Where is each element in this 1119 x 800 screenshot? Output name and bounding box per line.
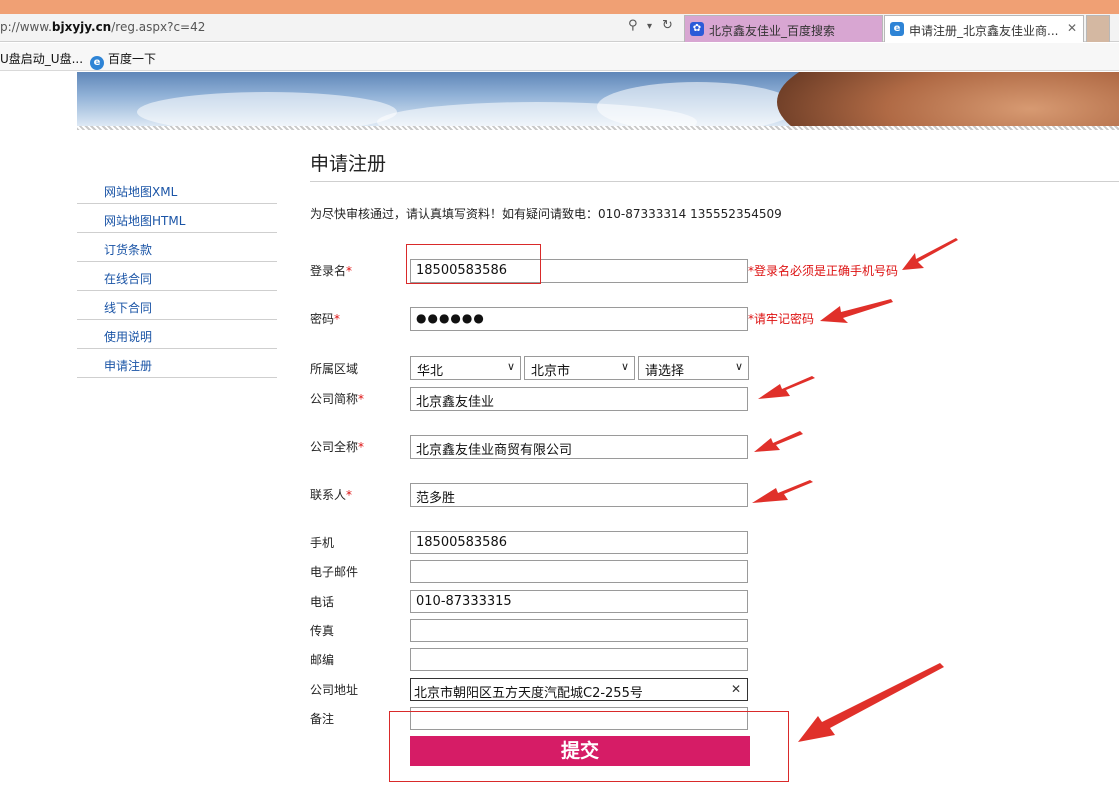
mobile-input[interactable]: 18500583586: [410, 531, 748, 554]
annotation-arrow-password: [820, 299, 893, 323]
favorite-baidu[interactable]: e 百度一下: [90, 50, 156, 70]
annotation-arrow-full-name: [754, 431, 803, 452]
password-label: 密码*: [310, 312, 341, 326]
annotation-arrow-submit: [798, 663, 944, 742]
page-title: 申请注册: [310, 153, 387, 175]
annotation-box-submit: [389, 711, 789, 782]
annotation-box-login: [406, 244, 541, 284]
search-dropdown-icon[interactable]: ▾: [647, 21, 652, 32]
password-input[interactable]: ●●●●●●: [410, 307, 748, 331]
short-name-input[interactable]: 北京鑫友佳业: [410, 387, 748, 411]
zip-label: 邮编: [310, 653, 335, 667]
fax-label: 传真: [310, 624, 335, 638]
address-label: 公司地址: [310, 683, 359, 697]
email-input[interactable]: [410, 560, 748, 583]
annotation-arrow-short-name: [758, 376, 815, 399]
password-hint: *请牢记密码: [748, 312, 815, 326]
region-select[interactable]: 华北 ∨: [410, 356, 521, 380]
sidebar-item-sitemap-html[interactable]: 网站地图HTML: [77, 204, 277, 233]
chevron-down-icon: ∨: [506, 360, 515, 373]
ie-icon: e: [90, 56, 104, 70]
phone-label: 电话: [310, 595, 335, 609]
baidu-paw-icon: ✿: [690, 22, 704, 36]
mobile-label: 手机: [310, 536, 335, 550]
refresh-icon[interactable]: ↻: [662, 18, 673, 33]
sidebar-item-order-terms[interactable]: 订货条款: [77, 233, 277, 262]
email-label: 电子邮件: [310, 565, 359, 579]
city-select[interactable]: 请选择 ∨: [638, 356, 749, 380]
tab-label: 北京鑫友佳业_百度搜索: [709, 24, 836, 38]
sidebar-nav: 网站地图XML 网站地图HTML 订货条款 在线合同 线下合同 使用说明 申请注…: [77, 175, 277, 378]
sidebar-item-register[interactable]: 申请注册: [77, 349, 277, 378]
title-divider: [310, 181, 1119, 182]
new-tab-button[interactable]: [1086, 15, 1110, 42]
province-select[interactable]: 北京市 ∨: [524, 356, 635, 380]
favorites-bar: U盘启动_U盘... e 百度一下: [0, 43, 1119, 71]
clear-input-icon[interactable]: ✕: [731, 682, 741, 696]
chevron-down-icon: ∨: [620, 360, 629, 373]
favorite-usb-boot[interactable]: U盘启动_U盘...: [0, 50, 83, 67]
phone-input[interactable]: 010-87333315: [410, 590, 748, 613]
sidebar-item-offline-contract[interactable]: 线下合同: [77, 291, 277, 320]
chevron-down-icon: ∨: [734, 360, 743, 373]
ie-icon: e: [890, 22, 904, 36]
sidebar-item-instructions[interactable]: 使用说明: [77, 320, 277, 349]
notice-text: 为尽快审核通过，请认真填写资料！如有疑问请致电：010-87333314 135…: [310, 207, 782, 221]
annotation-arrow-login: [902, 238, 958, 270]
close-tab-icon[interactable]: ✕: [1067, 21, 1077, 35]
annotation-arrow-contact: [752, 480, 813, 503]
tab-label: 申请注册_北京鑫友佳业商...: [909, 24, 1059, 38]
tab-baidu-search[interactable]: ✿ 北京鑫友佳业_百度搜索: [684, 15, 883, 42]
region-label: 所属区域: [310, 362, 359, 376]
zip-input[interactable]: [410, 648, 748, 671]
sidebar-item-online-contract[interactable]: 在线合同: [77, 262, 277, 291]
contact-label: 联系人*: [310, 488, 353, 502]
sidebar-item-sitemap-xml[interactable]: 网站地图XML: [77, 175, 277, 204]
address-bar[interactable]: p://www.bjxyjy.cn/reg.aspx?c=42: [0, 20, 205, 34]
remark-label: 备注: [310, 712, 335, 726]
login-label: 登录名*: [310, 264, 353, 278]
login-hint: *登录名必须是正确手机号码: [748, 264, 899, 278]
full-name-label: 公司全称*: [310, 440, 365, 454]
search-icon[interactable]: ⚲: [628, 18, 638, 33]
full-name-input[interactable]: 北京鑫友佳业商贸有限公司: [410, 435, 748, 459]
banner-divider: [77, 126, 1119, 130]
address-input[interactable]: 北京市朝阳区五方天度汽配城C2-255号 ✕: [410, 678, 748, 701]
tab-register[interactable]: e 申请注册_北京鑫友佳业商... ✕: [884, 15, 1084, 42]
window-top-strip: [0, 0, 1119, 14]
contact-input[interactable]: 范多胜: [410, 483, 748, 507]
short-name-label: 公司简称*: [310, 392, 365, 406]
site-banner: [77, 72, 1119, 129]
address-bar-row: p://www.bjxyjy.cn/reg.aspx?c=42 ⚲ ▾ ↻ ✿ …: [0, 14, 1119, 42]
fax-input[interactable]: [410, 619, 748, 642]
